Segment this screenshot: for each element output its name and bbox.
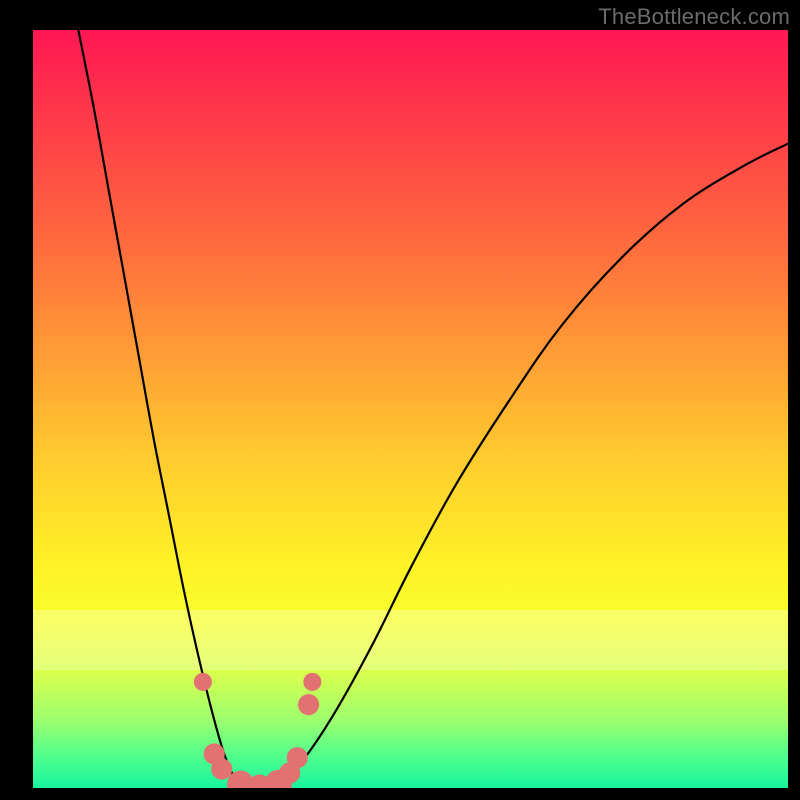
curve-marker [265,770,292,788]
curve-marker [298,694,319,715]
chart-plot-area [33,30,788,788]
curve-marker [303,673,321,691]
curve-marker [204,743,225,764]
highlight-band [33,610,788,671]
curve-marker [211,758,232,779]
curve-marker [279,762,300,783]
bottleneck-curve [33,30,788,788]
curve-marker [249,774,270,788]
curve-marker [194,673,212,691]
curve-marker [227,771,254,788]
watermark-text: TheBottleneck.com [598,4,790,30]
curve-marker [287,747,308,768]
